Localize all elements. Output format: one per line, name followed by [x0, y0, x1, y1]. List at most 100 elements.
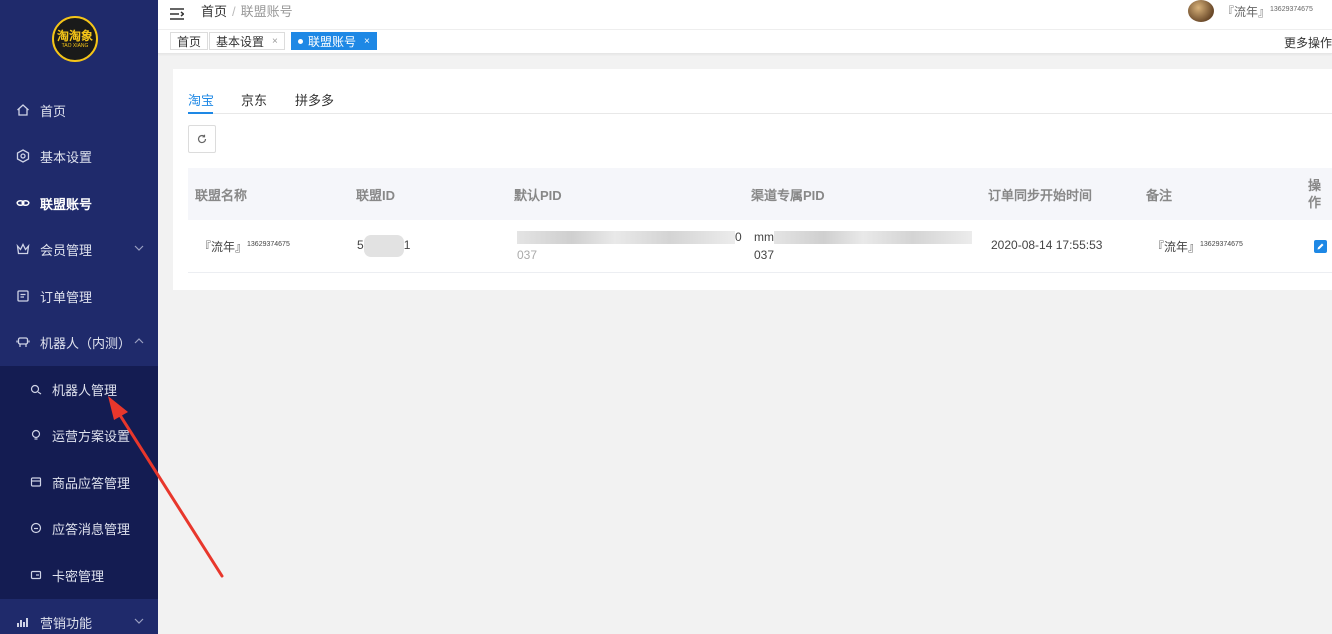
sidebar-item-alliance-account[interactable]: 联盟账号 — [0, 180, 158, 226]
close-icon[interactable]: × — [364, 36, 370, 47]
sidebar-item-label: 订单管理 — [40, 289, 93, 305]
sidebar-item-label: 会员管理 — [40, 242, 93, 258]
home-icon — [17, 104, 29, 116]
sidebar-item-label: 机器人（内测） — [40, 335, 132, 351]
avatar[interactable] — [1188, 0, 1214, 22]
table-row: 『流年』13629374675 51 0 037 mm 037 2020-08-… — [188, 220, 1332, 273]
refresh-button[interactable] — [188, 125, 216, 153]
page-tab-label: 首页 — [177, 34, 202, 49]
page-tab-label: 基本设置 — [216, 34, 265, 49]
settings-icon — [16, 149, 30, 163]
sidebar-subitem-label: 机器人管理 — [52, 382, 118, 398]
close-icon[interactable]: × — [272, 36, 278, 47]
edit-button[interactable] — [1314, 240, 1327, 253]
sidebar-subitem-goods-reply[interactable]: 商品应答管理 — [0, 459, 158, 505]
page-tab-basic-settings[interactable]: 基本设置 × — [209, 32, 285, 50]
column-header: 联盟名称 — [195, 188, 248, 203]
table-header: 联盟名称 联盟ID 默认PID 渠道专属PID 订单同步开始时间 备注 操作 — [188, 168, 1332, 220]
cell-default-pid: 0 — [517, 230, 742, 245]
cell-channel-pid: mm — [754, 230, 972, 245]
logo-text: 淘淘象 — [56, 28, 93, 43]
sidebar-subitem-label: 运营方案设置 — [52, 428, 131, 444]
sidebar-item-label: 首页 — [40, 103, 67, 119]
link-icon — [16, 199, 30, 207]
redacted-block — [517, 231, 735, 245]
platform-tab-pdd[interactable]: 拼多多 — [295, 90, 334, 109]
chevron-down-icon — [134, 618, 144, 624]
page-tab-home[interactable]: 首页 — [170, 32, 209, 50]
cell-text: 0 — [735, 230, 742, 244]
top-header: 首页 / 联盟账号 『流年』13629374675 — [158, 0, 1332, 30]
cell-sync-time: 2020-08-14 17:55:53 — [991, 238, 1103, 252]
column-header: 备注 — [1146, 188, 1173, 203]
active-dot-icon — [298, 38, 303, 44]
cell-alliance-id: 51 — [357, 235, 410, 257]
sidebar-item-label: 基本设置 — [40, 149, 93, 165]
cell-alliance-name: 『流年』13629374675 — [199, 238, 290, 255]
sidebar: 淘淘象 TAO XIANG 首页 基本设置 联盟账号 会员管理 订单管理 机器人… — [0, 0, 158, 634]
tabs-divider — [188, 113, 1332, 114]
cell-remark: 『流年』13629374675 — [1152, 238, 1243, 255]
edit-icon — [1317, 243, 1324, 250]
platform-tab-jd[interactable]: 京东 — [241, 90, 267, 109]
cell-channel-pid-line2: 037 — [754, 248, 775, 262]
column-header: 默认PID — [514, 188, 562, 203]
redacted-block — [363, 235, 404, 257]
cell-default-pid-line2: 037 — [517, 248, 538, 262]
cell-text: 『流年』 — [199, 240, 248, 254]
column-header: 操作 — [1308, 178, 1322, 210]
cell-text: mm — [754, 230, 774, 244]
cell-sup: 13629374675 — [247, 241, 290, 248]
message-icon — [30, 522, 42, 534]
column-header: 渠道专属PID — [751, 188, 825, 203]
sidebar-subitem-label: 应答消息管理 — [52, 521, 131, 537]
sidebar-item-label: 营销功能 — [40, 615, 93, 631]
sidebar-item-marketing[interactable]: 营销功能 — [0, 599, 158, 634]
chevron-up-icon — [134, 338, 144, 344]
redacted-block — [774, 231, 972, 245]
crown-icon — [16, 243, 30, 255]
chart-icon — [17, 618, 28, 627]
user-name-sup: 13629374675 — [1270, 6, 1313, 13]
sidebar-subitem-label: 商品应答管理 — [52, 475, 131, 491]
card-icon — [30, 570, 42, 580]
robot-icon — [16, 337, 30, 347]
content-card: 淘宝 京东 拼多多 联盟名称 联盟ID 默认PID 渠道专属PID 订单同步开始… — [173, 69, 1332, 290]
sidebar-item-label: 联盟账号 — [40, 196, 93, 212]
sidebar-item-home[interactable]: 首页 — [0, 87, 158, 133]
cell-text: 1 — [403, 238, 411, 253]
sidebar-item-order-management[interactable]: 订单管理 — [0, 273, 158, 319]
order-icon — [17, 290, 29, 302]
column-header: 订单同步开始时间 — [988, 188, 1093, 203]
sidebar-subitem-card-key[interactable]: 卡密管理 — [0, 552, 158, 598]
bulb-icon — [31, 429, 41, 440]
refresh-icon — [197, 134, 207, 144]
sidebar-item-basic-settings[interactable]: 基本设置 — [0, 133, 158, 179]
page-tab-label: 联盟账号 — [308, 34, 357, 49]
sidebar-item-member-management[interactable]: 会员管理 — [0, 226, 158, 272]
sidebar-subitem-reply-message[interactable]: 应答消息管理 — [0, 505, 158, 551]
user-name-text: 『流年』 — [1222, 5, 1271, 19]
logo-subtext: TAO XIANG — [61, 42, 89, 49]
breadcrumb-current: 联盟账号 — [240, 4, 293, 19]
breadcrumb-separator: / — [232, 4, 236, 19]
goods-icon — [30, 477, 42, 487]
user-name[interactable]: 『流年』13629374675 — [1222, 3, 1313, 20]
sidebar-item-robot[interactable]: 机器人（内测） — [0, 319, 158, 365]
sidebar-subitem-robot-management[interactable]: 机器人管理 — [0, 366, 158, 412]
sidebar-subitem-label: 卡密管理 — [52, 568, 105, 584]
active-tab-indicator — [188, 112, 213, 114]
logo[interactable]: 淘淘象 TAO XIANG — [52, 16, 98, 62]
more-operations-button[interactable]: 更多操作 — [1284, 34, 1332, 51]
robot-manage-icon — [30, 384, 42, 395]
page-tab-alliance-account[interactable]: 联盟账号 × — [291, 32, 377, 50]
platform-tab-taobao[interactable]: 淘宝 — [188, 90, 214, 109]
sidebar-subitem-operation-plan[interactable]: 运营方案设置 — [0, 412, 158, 458]
breadcrumb-home[interactable]: 首页 — [201, 4, 227, 19]
cell-text: 『流年』 — [1152, 240, 1201, 254]
chevron-down-icon — [134, 245, 144, 251]
breadcrumb: 首页 / 联盟账号 — [201, 1, 293, 20]
cell-text: 5 — [357, 238, 364, 253]
menu-toggle-icon[interactable] — [170, 8, 184, 20]
cell-sup: 13629374675 — [1200, 241, 1243, 248]
